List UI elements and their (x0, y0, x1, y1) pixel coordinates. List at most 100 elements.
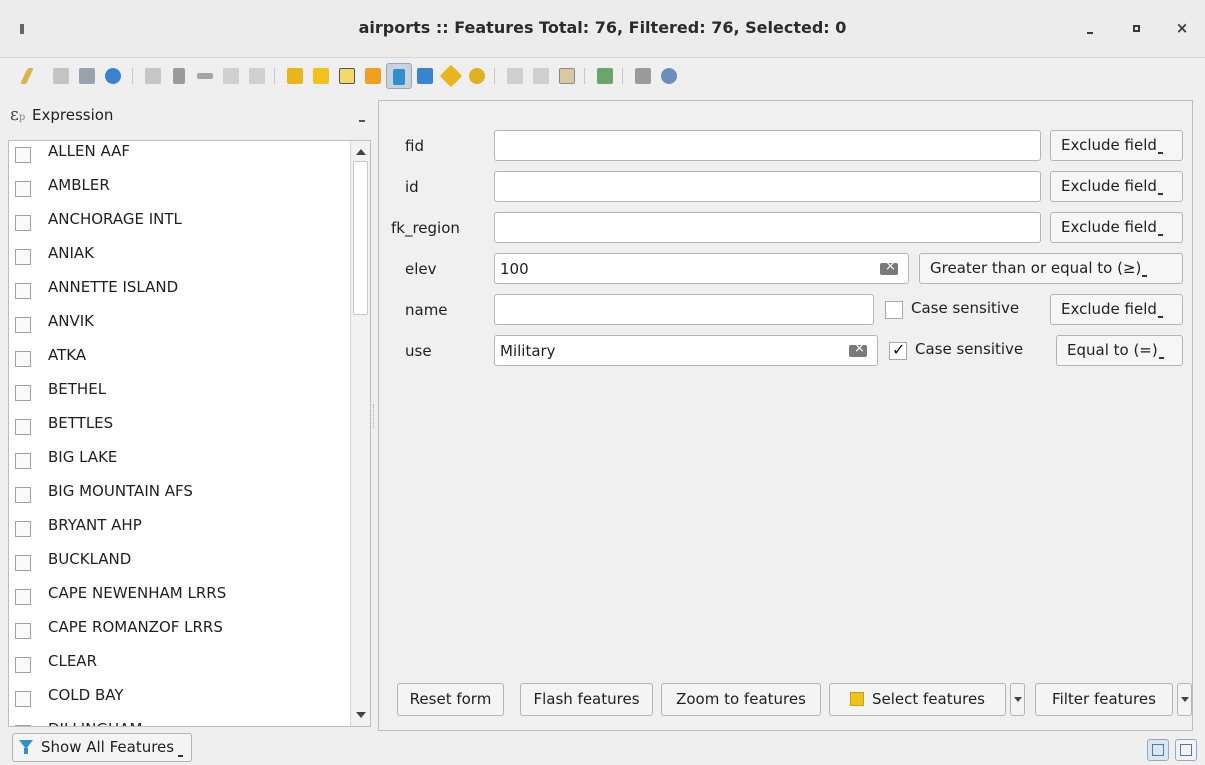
delete-feature-button[interactable] (166, 63, 192, 89)
id-input[interactable] (494, 171, 1041, 202)
move-selection-to-top-button[interactable] (412, 63, 438, 89)
use-operator-dropdown[interactable]: Equal to (=) (1056, 335, 1183, 366)
checkbox[interactable] (15, 589, 31, 605)
feature-list[interactable]: DILLINGHAM COLD BAY CLEAR CAPE ROMANZOF LRR… (8, 140, 371, 727)
scroll-down-icon[interactable] (356, 712, 366, 718)
filter-features-menu-button[interactable] (1177, 683, 1192, 716)
list-scrollbar[interactable] (350, 141, 370, 726)
reload-button[interactable] (100, 63, 126, 89)
checkbox[interactable] (15, 521, 31, 537)
select-features-button[interactable]: Select features (829, 683, 1006, 716)
list-item[interactable]: CAPE ROMANZOF LRRS (9, 614, 349, 648)
checkbox[interactable] (15, 419, 31, 435)
add-feature-button[interactable] (140, 63, 166, 89)
invert-selection-button[interactable] (334, 63, 360, 89)
use-input[interactable]: Military (494, 335, 878, 366)
checkbox[interactable] (15, 453, 31, 469)
fk-region-input[interactable] (494, 212, 1041, 243)
zoom-to-selection-button[interactable] (464, 63, 490, 89)
list-item[interactable]: BIG MOUNTAIN AFS (9, 478, 349, 512)
scroll-up-icon[interactable] (356, 149, 366, 155)
filter-selected-button[interactable] (386, 63, 412, 89)
actions-button[interactable] (656, 63, 682, 89)
show-all-features-dropdown[interactable]: Show All Features (12, 733, 193, 762)
checkbox[interactable] (15, 351, 31, 367)
multi-edit-button[interactable] (48, 63, 74, 89)
fid-input[interactable] (494, 130, 1041, 161)
list-item[interactable]: BUCKLAND (9, 546, 349, 580)
table-view-button[interactable] (1175, 739, 1197, 761)
clear-input-icon[interactable] (880, 259, 898, 275)
select-features-icon (849, 692, 864, 706)
reset-form-button[interactable]: Reset form (397, 683, 504, 716)
name-input[interactable] (494, 294, 874, 325)
field-calculator-button[interactable] (630, 63, 656, 89)
checkbox[interactable] (15, 691, 31, 707)
checkbox[interactable] (15, 249, 31, 265)
list-item[interactable]: ANVIK (9, 308, 349, 342)
pan-to-selection-button[interactable] (438, 63, 464, 89)
filter-features-button[interactable]: Filter features (1035, 683, 1173, 716)
fid-operator-dropdown[interactable]: Exclude field (1050, 130, 1183, 161)
paste-button[interactable] (244, 63, 270, 89)
list-item[interactable]: BETTLES (9, 410, 349, 444)
scrollbar-thumb[interactable] (353, 161, 368, 315)
checkbox[interactable] (15, 317, 31, 333)
list-item[interactable]: CAPE NEWENHAM LRRS (9, 580, 349, 614)
select-all-button[interactable] (308, 63, 334, 89)
select-features-menu-button[interactable] (1010, 683, 1025, 716)
checkbox[interactable] (15, 283, 31, 299)
feature-name: BRYANT AHP (48, 516, 142, 534)
expression-selector[interactable]: εp Expression (8, 100, 371, 140)
clear-input-icon[interactable] (849, 341, 867, 357)
close-button[interactable]: × (1170, 16, 1194, 40)
zoom-to-features-button[interactable]: Zoom to features (661, 683, 821, 716)
list-item[interactable]: COLD BAY (9, 682, 349, 716)
name-operator-dropdown[interactable]: Exclude field (1050, 294, 1183, 325)
flash-features-button[interactable]: Flash features (520, 683, 653, 716)
delete-field-button[interactable] (592, 63, 618, 89)
list-item[interactable]: BIG LAKE (9, 444, 349, 478)
maximize-button[interactable] (1124, 16, 1148, 40)
checkbox[interactable] (15, 657, 31, 673)
id-operator-dropdown[interactable]: Exclude field (1050, 171, 1183, 202)
fk-region-operator-dropdown[interactable]: Exclude field (1050, 212, 1183, 243)
deselect-all-button[interactable] (360, 63, 386, 89)
new-field-button[interactable] (554, 63, 580, 89)
checkbox[interactable] (15, 487, 31, 503)
checkbox[interactable] (15, 181, 31, 197)
checkbox[interactable] (885, 301, 903, 319)
save-edits-button[interactable] (74, 63, 100, 89)
list-item[interactable]: CLEAR (9, 648, 349, 682)
list-item[interactable]: DILLINGHAM (9, 716, 349, 726)
invert-selection-icon (339, 68, 355, 84)
elev-input[interactable]: 100 (494, 253, 909, 284)
panel-splitter[interactable] (373, 404, 375, 428)
cut-button[interactable] (192, 63, 218, 89)
list-item[interactable]: ANCHORAGE INTL (9, 206, 349, 240)
minimize-button[interactable] (1078, 16, 1102, 40)
select-by-expression-button[interactable] (282, 63, 308, 89)
list-item[interactable]: ATKA (9, 342, 349, 376)
list-item[interactable]: ANIAK (9, 240, 349, 274)
checkbox[interactable] (15, 215, 31, 231)
copy-button[interactable] (218, 63, 244, 89)
list-item[interactable]: BETHEL (9, 376, 349, 410)
form-view-button[interactable] (1147, 739, 1169, 761)
toggle-editing-button[interactable] (14, 63, 40, 89)
checkbox[interactable] (15, 147, 31, 163)
checkbox[interactable] (15, 555, 31, 571)
feature-name: BETHEL (48, 380, 107, 398)
checkbox[interactable] (15, 623, 31, 639)
paste-features-button[interactable] (528, 63, 554, 89)
list-item[interactable]: ANNETTE ISLAND (9, 274, 349, 308)
checkbox[interactable] (15, 385, 31, 401)
list-item[interactable]: ALLEN AAF (9, 141, 349, 172)
checkbox-checked[interactable] (889, 340, 907, 360)
copy-selected-rows-button[interactable] (502, 63, 528, 89)
elev-operator-dropdown[interactable]: Greater than or equal to (≥) (919, 253, 1183, 284)
checkbox[interactable] (15, 725, 31, 726)
list-item[interactable]: AMBLER (9, 172, 349, 206)
list-item[interactable]: BRYANT AHP (9, 512, 349, 546)
reload-icon (105, 68, 121, 84)
